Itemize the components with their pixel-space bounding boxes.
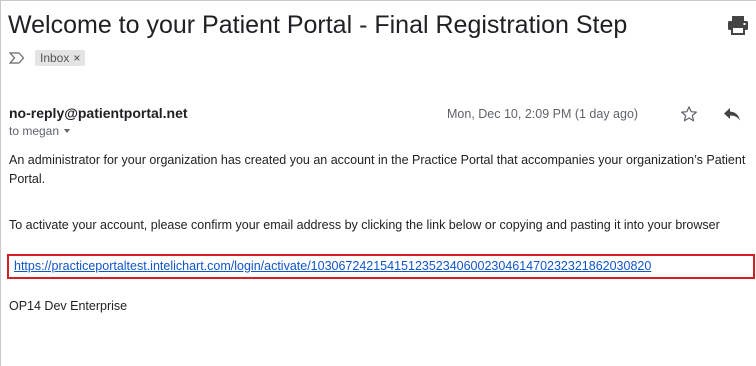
body-paragraph: An administrator for your organization h… (9, 153, 746, 186)
remove-label-icon[interactable]: × (73, 50, 80, 66)
star-icon[interactable] (680, 105, 698, 123)
label-chip-text: Inbox (40, 51, 70, 65)
sender-address[interactable]: no-reply@patientportal.net (9, 105, 188, 121)
label-chip-inbox[interactable]: Inbox × (35, 50, 86, 66)
email-date: Mon, Dec 10, 2:09 PM (1 day ago) (447, 107, 639, 121)
body-paragraph: To activate your account, please confirm… (9, 218, 720, 232)
important-marker-icon[interactable] (9, 52, 25, 64)
label-row: Inbox × (9, 49, 86, 67)
activation-link[interactable]: https://practiceportaltest.intelichart.c… (9, 256, 753, 277)
email-signature: OP14 Dev Enterprise (9, 299, 128, 313)
recipient-line[interactable]: to megan (9, 124, 71, 138)
highlighted-link-box: https://practiceportaltest.intelichart.c… (7, 254, 755, 279)
email-view: Welcome to your Patient Portal - Final R… (0, 0, 756, 366)
email-subject: Welcome to your Patient Portal - Final R… (8, 11, 628, 39)
recipient-text: to megan (9, 124, 60, 138)
print-icon[interactable] (727, 15, 749, 35)
chevron-down-icon[interactable] (64, 129, 71, 133)
reply-icon[interactable] (723, 107, 741, 121)
